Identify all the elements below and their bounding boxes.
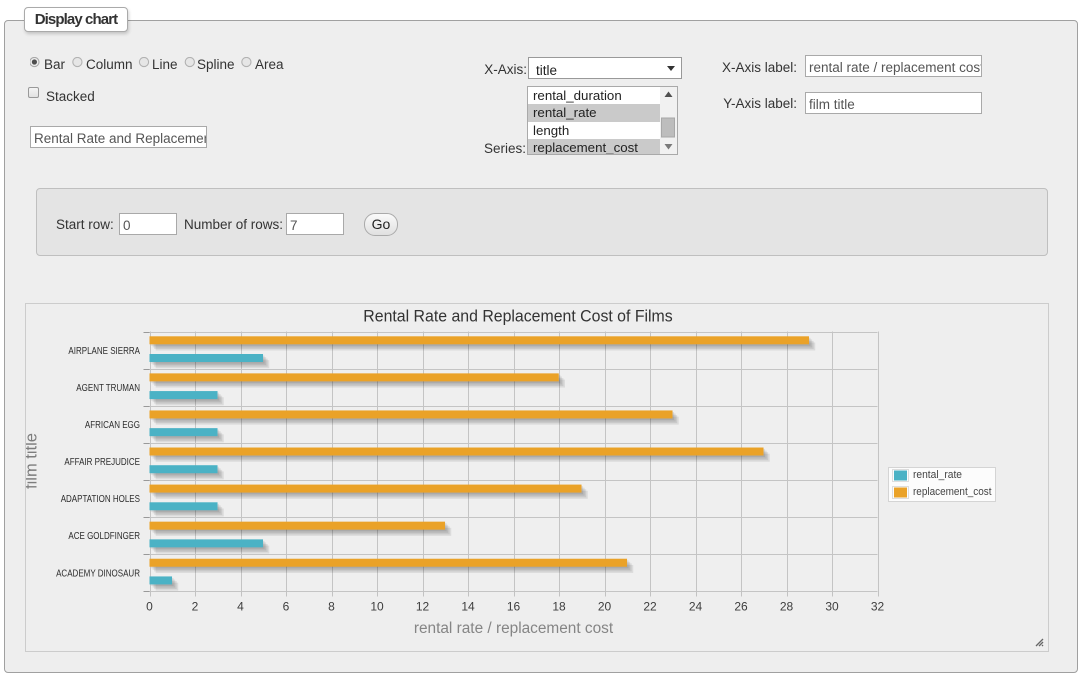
- svg-text:20: 20: [598, 600, 612, 614]
- svg-text:ADAPTATION HOLES: ADAPTATION HOLES: [61, 494, 140, 505]
- svg-text:10: 10: [370, 600, 384, 614]
- svg-text:ACADEMY DINOSAUR: ACADEMY DINOSAUR: [56, 568, 140, 579]
- svg-text:Rental Rate and Replacement Co: Rental Rate and Replacement Cost of Film…: [363, 307, 672, 326]
- svg-text:18: 18: [552, 600, 566, 614]
- svg-text:4: 4: [237, 600, 244, 614]
- svg-text:AIRPLANE SIERRA: AIRPLANE SIERRA: [68, 346, 140, 357]
- svg-text:2: 2: [192, 600, 199, 614]
- svg-text:rental rate / replacement cost: rental rate / replacement cost: [414, 620, 614, 637]
- svg-text:32: 32: [871, 600, 885, 614]
- svg-text:6: 6: [283, 600, 290, 614]
- svg-text:24: 24: [689, 600, 703, 614]
- svg-text:rental_rate: rental_rate: [913, 469, 962, 481]
- svg-text:ACE GOLDFINGER: ACE GOLDFINGER: [68, 531, 140, 542]
- svg-text:30: 30: [825, 600, 839, 614]
- svg-text:26: 26: [734, 600, 748, 614]
- svg-text:replacement_cost: replacement_cost: [913, 486, 992, 498]
- svg-text:14: 14: [461, 600, 475, 614]
- svg-text:28: 28: [780, 600, 794, 614]
- svg-text:12: 12: [416, 600, 430, 614]
- svg-text:0: 0: [146, 600, 153, 614]
- svg-text:8: 8: [328, 600, 335, 614]
- svg-text:16: 16: [507, 600, 521, 614]
- svg-text:AFFAIR PREJUDICE: AFFAIR PREJUDICE: [64, 457, 140, 468]
- svg-text:AFRICAN EGG: AFRICAN EGG: [85, 420, 140, 431]
- svg-text:22: 22: [643, 600, 657, 614]
- svg-text:AGENT TRUMAN: AGENT TRUMAN: [76, 383, 140, 394]
- svg-text:film title: film title: [26, 433, 41, 489]
